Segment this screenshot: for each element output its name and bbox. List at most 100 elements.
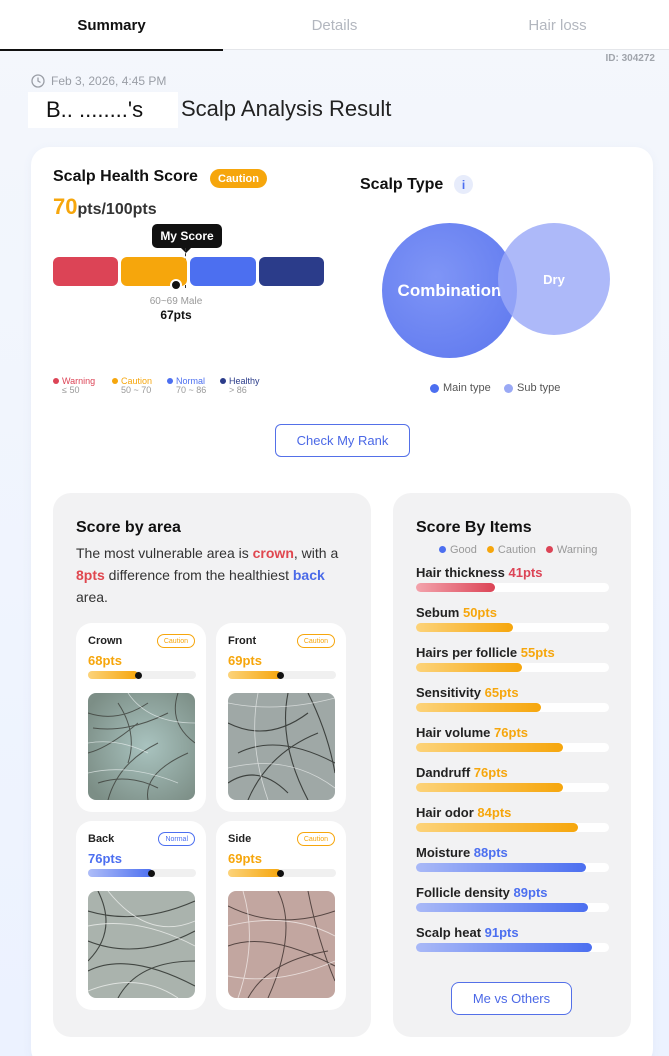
score-item[interactable]: Sensitivity 65pts	[416, 685, 609, 712]
legend-healthy: Healthy > 86	[220, 377, 260, 395]
normal-dot	[167, 378, 173, 384]
tab-hair-loss[interactable]: Hair loss	[446, 0, 669, 50]
area-score-dot	[277, 870, 284, 877]
score-difference: 8pts	[76, 567, 105, 583]
worst-area: crown	[252, 545, 294, 561]
item-score-bar	[416, 863, 609, 872]
item-score-fill	[416, 583, 495, 592]
legend-caution: Caution 50 ~ 70	[112, 377, 152, 395]
average-score: 67pts	[160, 308, 192, 322]
item-name: Hair volume	[416, 725, 491, 740]
item-name: Sensitivity	[416, 685, 482, 700]
legend-normal: Normal 70 ~ 86	[167, 377, 206, 395]
item-score-bar	[416, 663, 609, 672]
item-score-bar	[416, 783, 609, 792]
record-id: ID: 304272	[605, 53, 655, 64]
area-score-dot	[148, 870, 155, 877]
range-bar-normal	[190, 257, 256, 286]
item-score-bar	[416, 743, 609, 752]
item-name: Follicle density	[416, 885, 510, 900]
item-name: Scalp heat	[416, 925, 482, 940]
range-bar-healthy	[259, 257, 324, 286]
score-item[interactable]: Moisture 88pts	[416, 845, 609, 872]
score-item[interactable]: Sebum 50pts	[416, 605, 609, 632]
health-score-title: Scalp Health Score	[53, 168, 198, 185]
score-item[interactable]: Scalp heat 91pts	[416, 925, 609, 952]
area-crown[interactable]: Crown Caution 68pts	[76, 623, 206, 812]
area-front[interactable]: Front Caution 69pts	[216, 623, 346, 812]
area-back[interactable]: Back Normal 76pts	[76, 821, 206, 1010]
tab-bar: Summary Details Hair loss	[0, 0, 669, 51]
area-score-dot	[277, 672, 284, 679]
item-score-fill	[416, 863, 586, 872]
scalp-image-crown	[88, 693, 195, 800]
area-status-badge: Normal	[158, 832, 195, 846]
item-score: 76pts	[494, 725, 529, 740]
sub-type-circle: Dry	[498, 223, 610, 335]
item-score-bar	[416, 583, 609, 592]
item-score-fill	[416, 903, 588, 912]
legend-sub-type: Sub type	[504, 382, 560, 394]
area-score-fill	[228, 671, 281, 679]
area-side[interactable]: Side Caution 69pts	[216, 821, 346, 1010]
average-marker	[170, 279, 182, 291]
item-name: Dandruff	[416, 765, 471, 780]
score-by-items-title: Score By Items	[416, 519, 532, 536]
item-score: 84pts	[477, 805, 512, 820]
scalp-image-side	[228, 891, 335, 998]
items-legend: Good Caution Warning	[439, 544, 597, 556]
score-item[interactable]: Hair volume 76pts	[416, 725, 609, 752]
item-score-fill	[416, 823, 578, 832]
score-item[interactable]: Hairs per follicle 55pts	[416, 645, 609, 672]
score-item[interactable]: Dandruff 76pts	[416, 765, 609, 792]
warning-dot	[53, 378, 59, 384]
item-label: Moisture 88pts	[416, 845, 609, 860]
item-score: 91pts	[484, 925, 519, 940]
check-rank-button[interactable]: Check My Rank	[275, 424, 410, 457]
area-score-bar	[228, 671, 336, 679]
score-item[interactable]: Hair odor 84pts	[416, 805, 609, 832]
item-name: Moisture	[416, 845, 471, 860]
average-group-label: 60~69 Male	[149, 296, 203, 307]
tab-summary[interactable]: Summary	[0, 0, 223, 51]
area-name: Side	[228, 833, 252, 845]
item-score: 55pts	[520, 645, 555, 660]
area-score-fill	[88, 869, 153, 877]
item-score-bar	[416, 823, 609, 832]
me-vs-others-button[interactable]: Me vs Others	[451, 982, 572, 1015]
item-score: 89pts	[513, 885, 548, 900]
item-label: Hair odor 84pts	[416, 805, 609, 820]
legend-caution: Caution	[486, 544, 536, 556]
health-status-badge: Caution	[210, 169, 267, 188]
item-score: 65pts	[484, 685, 519, 700]
info-icon[interactable]: i	[454, 175, 473, 194]
area-score-dot	[135, 672, 142, 679]
area-score-fill	[88, 671, 138, 679]
caution-dot	[112, 378, 118, 384]
area-status-badge: Caution	[296, 634, 335, 648]
area-score: 69pts	[228, 653, 262, 668]
item-score-fill	[416, 623, 513, 632]
item-score-fill	[416, 703, 541, 712]
area-status-badge: Caution	[296, 832, 335, 846]
tab-details[interactable]: Details	[223, 0, 446, 50]
area-name: Front	[228, 635, 257, 647]
item-score: 88pts	[473, 845, 508, 860]
user-name: B.. ........'s	[28, 92, 178, 128]
legend-main-type: Main type	[430, 382, 491, 394]
area-name: Crown	[88, 635, 123, 647]
area-score-bar	[228, 869, 336, 877]
item-name: Hair odor	[416, 805, 474, 820]
legend-warning: Warning	[545, 544, 597, 556]
sub-type-dot	[504, 383, 513, 393]
item-score-fill	[416, 743, 563, 752]
item-name: Hair thickness	[416, 565, 505, 580]
score-suffix: pts/100pts	[77, 201, 157, 218]
score-item[interactable]: Follicle density 89pts	[416, 885, 609, 912]
area-score: 69pts	[228, 851, 262, 866]
item-score-fill	[416, 783, 563, 792]
area-description: The most vulnerable area is crown, with …	[76, 545, 339, 605]
score-item[interactable]: Hair thickness 41pts	[416, 565, 609, 592]
item-score-bar	[416, 943, 609, 952]
healthy-dot	[220, 378, 226, 384]
